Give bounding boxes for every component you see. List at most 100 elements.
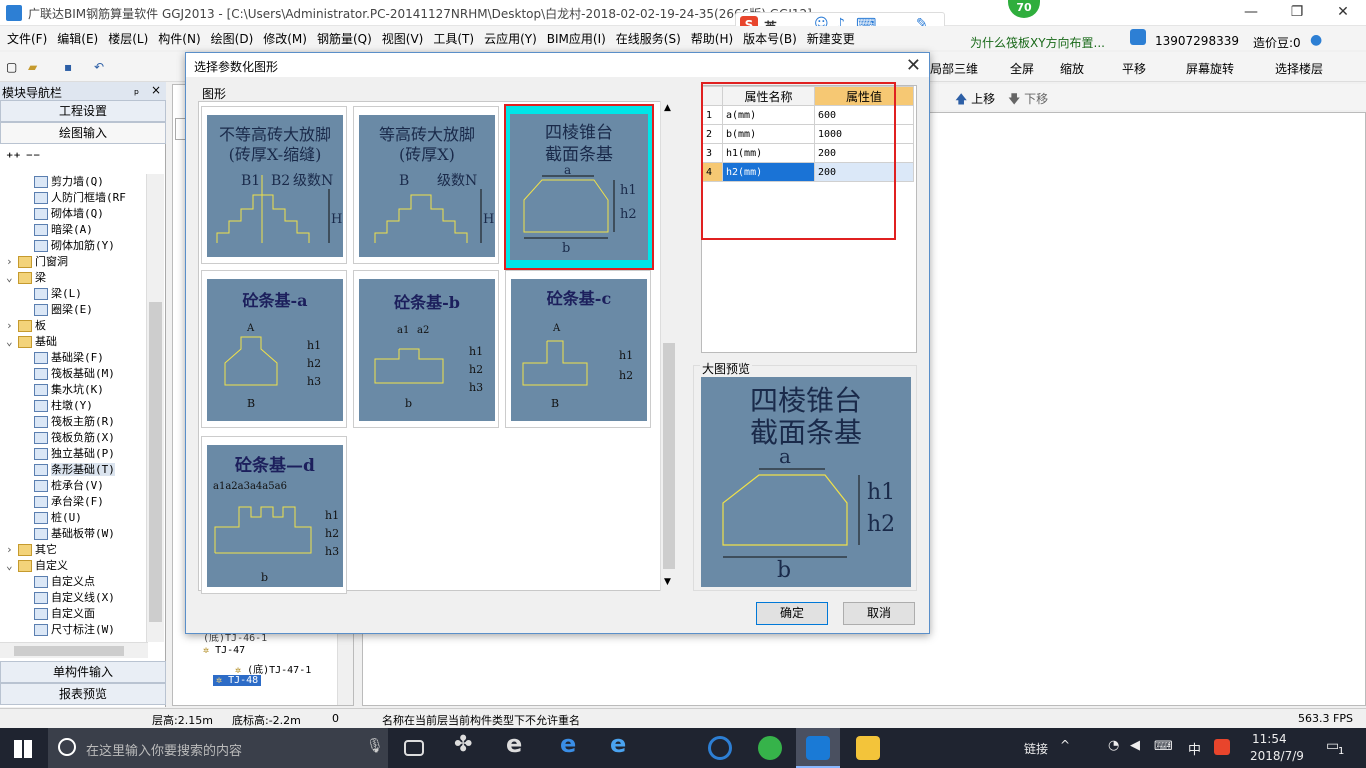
shape-tile[interactable]: 不等高砖大放脚 (砖厚X-缩缝) B1 B2 级数N H xyxy=(201,106,347,264)
tree-item[interactable]: 独立基础(P) xyxy=(4,446,144,462)
tree-item[interactable]: 人防门框墙(RF xyxy=(4,190,144,206)
component-row-selected[interactable]: ✲ TJ-48 xyxy=(213,675,262,686)
tree-vscroll[interactable] xyxy=(146,174,164,642)
tree-folder[interactable]: ⌄ 自定义 xyxy=(4,558,144,574)
menu-view[interactable]: 视图(V) xyxy=(377,26,429,51)
open-icon[interactable]: ▰ xyxy=(28,60,37,74)
menu-bim[interactable]: BIM应用(I) xyxy=(542,26,611,51)
tree-item[interactable]: 柱墩(Y) xyxy=(4,398,144,414)
collapse-icon[interactable]: ⌄ xyxy=(6,558,18,574)
tree-item[interactable]: 自定义点 xyxy=(4,574,144,590)
dialog-close-icon[interactable]: ✕ xyxy=(906,55,921,76)
volume-icon[interactable]: ◀ xyxy=(1130,738,1140,753)
shape-tile[interactable]: 砼条基-b a1 a2 h1 h2 h3 b xyxy=(353,270,499,428)
select-floor-button[interactable]: 选择楼层 xyxy=(1275,60,1323,77)
tray-chevron-icon[interactable]: ^ xyxy=(1060,738,1070,752)
tree-item[interactable]: 基础梁(F) xyxy=(4,350,144,366)
input-lang[interactable]: 中 xyxy=(1188,739,1201,758)
active-app-icon[interactable] xyxy=(796,728,840,768)
shape-tile[interactable]: 砼条基—d a1a2a3a4a5a6 h1 h2 h3 b xyxy=(201,436,347,594)
menu-cloud[interactable]: 云应用(Y) xyxy=(479,26,542,51)
mic-icon[interactable]: 🎙 xyxy=(366,738,384,754)
move-down-button[interactable]: 🡇 下移 xyxy=(1008,90,1048,111)
scroll-thumb[interactable] xyxy=(149,302,162,622)
component-row[interactable]: ✲ (底)TJ-47-1 xyxy=(235,661,311,676)
minimize-button[interactable]: — xyxy=(1228,0,1274,26)
shape-tile[interactable]: 等高砖大放脚 (砖厚X) B 级数N H xyxy=(353,106,499,264)
cancel-button[interactable]: 取消 xyxy=(843,602,915,625)
new-icon[interactable]: ▢ xyxy=(6,60,17,74)
draw-input-button[interactable]: 绘图输入 xyxy=(0,122,166,144)
tree-item[interactable]: 砌体加筋(Y) xyxy=(4,238,144,254)
maximize-button[interactable]: ❐ xyxy=(1274,0,1320,26)
local-3d-button[interactable]: 局部三维 xyxy=(930,60,978,77)
ok-button[interactable]: 确定 xyxy=(756,602,828,625)
single-component-button[interactable]: 单构件输入 xyxy=(0,661,166,683)
tree-item[interactable]: 集水坑(K) xyxy=(4,382,144,398)
menu-draw[interactable]: 绘图(D) xyxy=(206,26,259,51)
tree-item[interactable]: 剪力墙(Q) xyxy=(4,174,144,190)
expand-icon[interactable]: › xyxy=(6,254,18,270)
menu-online[interactable]: 在线服务(S) xyxy=(611,26,686,51)
component-scrollbar[interactable] xyxy=(337,625,353,705)
scroll-up-icon[interactable]: ▲ xyxy=(664,103,671,113)
tree-item[interactable]: 尺寸标注(W) xyxy=(4,622,144,638)
taskbar-search[interactable]: 在这里输入你要搜索的内容 xyxy=(48,728,388,768)
menu-tools[interactable]: 工具(T) xyxy=(428,26,479,51)
tree-folder[interactable]: › 其它 xyxy=(4,542,144,558)
tree-item[interactable]: 梁(L) xyxy=(4,286,144,302)
tree-folder[interactable]: ⌄ 基础 xyxy=(4,334,144,350)
tree-item[interactable]: 圈梁(E) xyxy=(4,302,144,318)
notes-app-icon[interactable] xyxy=(856,736,880,760)
pan-button[interactable]: 平移 xyxy=(1122,60,1146,77)
menu-modify[interactable]: 修改(M) xyxy=(258,26,312,51)
rotate-button[interactable]: 屏幕旋转 xyxy=(1186,60,1234,77)
menu-version[interactable]: 版本号(B) xyxy=(738,26,802,51)
user-phone[interactable]: 13907298339 xyxy=(1150,30,1244,52)
tree-folder[interactable]: ⌄ 梁 xyxy=(4,270,144,286)
gallery-scrollbar[interactable]: ▲ ▼ xyxy=(660,101,677,591)
collapse-icon[interactable]: ⌄ xyxy=(6,270,18,286)
keyboard-tray-icon[interactable]: ⌨ xyxy=(1154,739,1173,754)
tree-item[interactable]: 暗梁(A) xyxy=(4,222,144,238)
tree-item[interactable]: 砌体墙(Q) xyxy=(4,206,144,222)
bulb-icon[interactable]: ● xyxy=(1305,28,1327,52)
link-label[interactable]: 链接 xyxy=(1024,740,1048,757)
menu-floor[interactable]: 楼层(L) xyxy=(103,26,153,51)
sogou-tray-icon[interactable] xyxy=(1214,739,1230,755)
expand-icon[interactable]: › xyxy=(6,542,18,558)
tree-item[interactable]: 基础板带(W) xyxy=(4,526,144,542)
collapse-icon[interactable]: ⌄ xyxy=(6,334,18,350)
menu-edit[interactable]: 编辑(E) xyxy=(52,26,103,51)
tree-item[interactable]: 桩(U) xyxy=(4,510,144,526)
gallery-scroll-thumb[interactable] xyxy=(663,343,675,569)
ie-icon[interactable]: e xyxy=(506,730,530,758)
tree-item[interactable]: 自定义线(X) xyxy=(4,590,144,606)
menu-rebar[interactable]: 钢筋量(Q) xyxy=(312,26,377,51)
clock-date[interactable]: 2018/7/9 xyxy=(1250,749,1304,763)
green-app-icon[interactable] xyxy=(758,736,782,760)
expand-icon[interactable]: › xyxy=(6,318,18,334)
tree-item[interactable]: 筏板基础(M) xyxy=(4,366,144,382)
tree-item[interactable]: 自定义面 xyxy=(4,606,144,622)
start-windows-icon[interactable] xyxy=(14,740,32,758)
undo-icon[interactable]: ↶ xyxy=(94,60,104,74)
zoom-button[interactable]: 缩放 xyxy=(1060,60,1084,77)
tree-item[interactable]: 承台梁(F) xyxy=(4,494,144,510)
project-settings-button[interactable]: 工程设置 xyxy=(0,100,166,122)
tree-item[interactable]: 筏板负筋(X) xyxy=(4,430,144,446)
menu-file[interactable]: 文件(F) xyxy=(2,26,52,51)
update-badge[interactable]: 70 xyxy=(1008,0,1040,18)
tree-folder[interactable]: › 板 xyxy=(4,318,144,334)
close-window-button[interactable]: ✕ xyxy=(1320,0,1366,26)
menu-help[interactable]: 帮助(H) xyxy=(686,26,738,51)
menu-component[interactable]: 构件(N) xyxy=(153,26,205,51)
report-preview-button[interactable]: 报表预览 xyxy=(0,683,166,705)
network-icon[interactable]: ◔ xyxy=(1108,738,1119,753)
move-up-button[interactable]: 🡅 上移 xyxy=(955,90,995,111)
shape-tile[interactable]: 砼条基-a A h1 h2 h3 B xyxy=(201,270,347,428)
fullscreen-button[interactable]: 全屏 xyxy=(1010,60,1034,77)
tree-item[interactable]: 筏板主筋(R) xyxy=(4,414,144,430)
shape-tile-selected[interactable]: 四棱锥台 截面条基 a h1 h2 b xyxy=(504,104,654,270)
expand-all-icon[interactable]: ⁺⁺ xyxy=(6,150,21,166)
